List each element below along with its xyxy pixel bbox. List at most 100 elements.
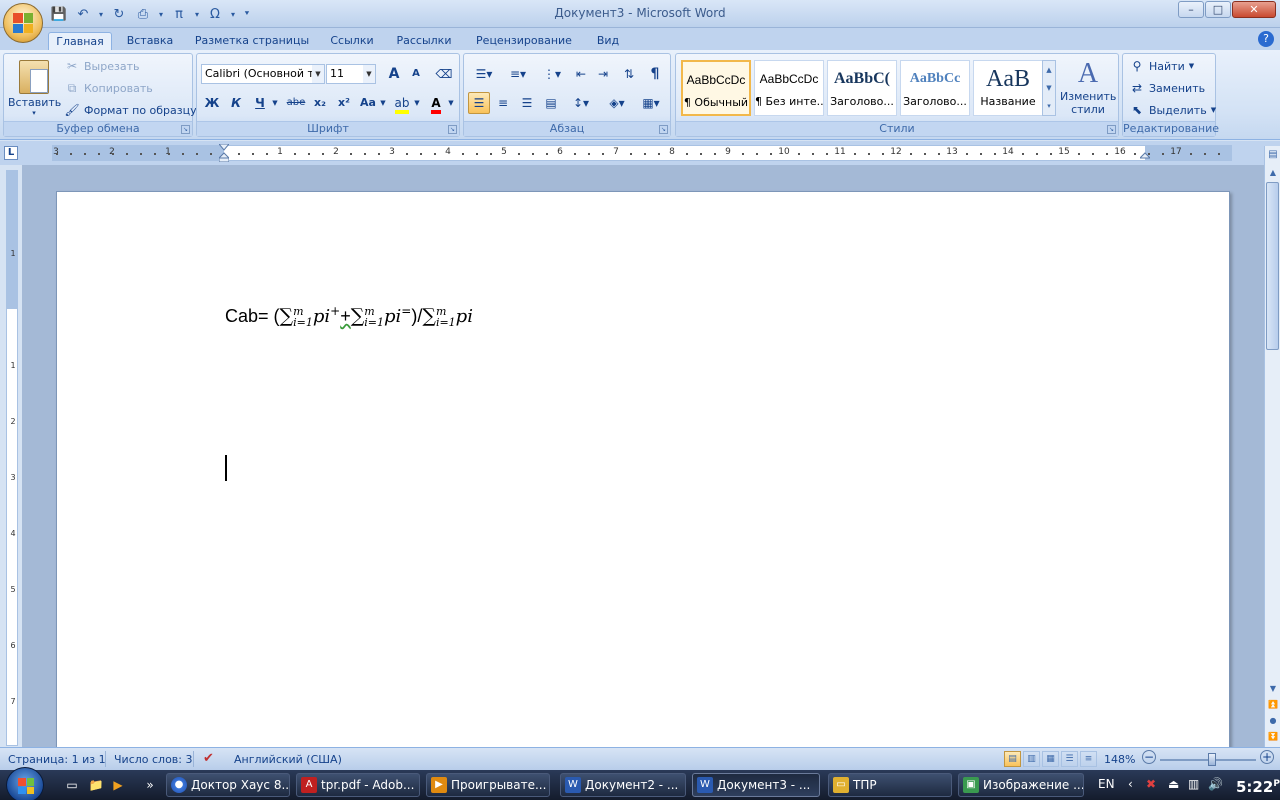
zoom-slider-thumb[interactable]	[1208, 753, 1216, 766]
find-button[interactable]: ⚲ Найти ▼	[1129, 56, 1195, 76]
style-heading-2[interactable]: AaBbCc Заголово...	[900, 60, 970, 116]
scroll-up-icon[interactable]: ▲	[1266, 166, 1280, 180]
decrease-indent-icon[interactable]: ⇤	[570, 63, 592, 85]
tray-volume-icon[interactable]: 🔊	[1208, 777, 1223, 791]
taskbar-item-image[interactable]: ▣ Изображение ...	[958, 773, 1084, 797]
sort-icon[interactable]: ⇅	[618, 63, 640, 85]
tab-references[interactable]: Ссылки	[324, 32, 380, 51]
browse-object-icon[interactable]: ●	[1266, 714, 1280, 728]
zoom-out-button[interactable]: −	[1142, 750, 1156, 764]
underline-dropdown-icon[interactable]: ▼	[269, 92, 281, 114]
previous-page-icon[interactable]: ⏫	[1266, 698, 1280, 712]
shading-icon[interactable]: ◈▾	[600, 92, 634, 114]
start-button[interactable]	[6, 767, 44, 800]
bullets-icon[interactable]: ☰▾	[468, 63, 500, 85]
zoom-in-button[interactable]: +	[1260, 750, 1274, 764]
underline-button[interactable]: Ч	[249, 92, 271, 114]
horizontal-ruler[interactable]: 3 2 1 1 2 3 4 5 6 7 8 9 10 11 12 13 14 15 16 17	[52, 144, 1232, 162]
show-marks-button[interactable]: ¶	[644, 63, 666, 85]
borders-icon[interactable]: ▦▾	[636, 92, 666, 114]
clear-formatting-icon[interactable]: ⌫	[433, 63, 455, 85]
vertical-ruler[interactable]: 1 1 2 3 4 5 6 7	[6, 170, 18, 746]
language-indicator[interactable]: Английский (США)	[234, 753, 342, 766]
print-layout-view-icon[interactable]: ▤	[1004, 751, 1021, 767]
highlight-icon[interactable]: ab	[391, 92, 413, 114]
minimize-button[interactable]: –	[1178, 1, 1204, 18]
right-indent-icon[interactable]	[1140, 144, 1150, 162]
bold-button[interactable]: Ж	[201, 92, 223, 114]
clipboard-launcher-icon[interactable]: ↘	[181, 125, 190, 134]
superscript-button[interactable]: x²	[333, 92, 355, 114]
taskbar-item-tpr-folder[interactable]: ▭ ТПР	[828, 773, 952, 797]
italic-button[interactable]: К	[225, 92, 247, 114]
taskbar-more-icon[interactable]: »	[142, 777, 158, 793]
select-button[interactable]: ⬉ Выделить ▼	[1129, 100, 1216, 120]
grow-font-button[interactable]: A	[383, 63, 405, 85]
zoom-level[interactable]: 148%	[1104, 753, 1135, 766]
line-spacing-icon[interactable]: ↕▾	[566, 92, 596, 114]
change-case-dropdown-icon[interactable]: ▼	[377, 92, 389, 114]
formula-text[interactable]: Cab= (∑m i=1pi++∑m i=1pi=)/∑m i=1pi	[225, 304, 473, 328]
tab-mailings[interactable]: Рассылки	[390, 32, 458, 51]
clock[interactable]: 5:22PM	[1236, 774, 1280, 797]
strikethrough-button[interactable]: abe	[283, 92, 309, 114]
outline-view-icon[interactable]: ☰	[1061, 751, 1078, 767]
align-left-icon[interactable]: ☰	[468, 92, 490, 114]
shrink-font-button[interactable]: A	[405, 63, 427, 85]
vertical-scrollbar[interactable]: ▤ ▲ ▼ ⏫ ● ⏬	[1264, 146, 1280, 747]
copy-button[interactable]: ⧉ Копировать	[64, 78, 153, 98]
spellcheck-icon[interactable]: ✔	[203, 751, 214, 766]
tab-insert[interactable]: Вставка	[122, 32, 178, 51]
tray-expand-icon[interactable]: ‹	[1128, 777, 1133, 791]
font-launcher-icon[interactable]: ↘	[448, 125, 457, 134]
explorer-icon[interactable]: 📁	[88, 777, 104, 793]
align-center-icon[interactable]: ≡	[492, 92, 514, 114]
taskbar-item-document2[interactable]: W Документ2 - ...	[560, 773, 686, 797]
document-page[interactable]: Cab= (∑m i=1pi++∑m i=1pi=)/∑m i=1pi	[56, 191, 1230, 747]
media-icon[interactable]: ▶	[110, 777, 126, 793]
close-button[interactable]: ✕	[1232, 1, 1276, 18]
next-page-icon[interactable]: ⏬	[1266, 730, 1280, 744]
paragraph-launcher-icon[interactable]: ↘	[659, 125, 668, 134]
language-bar[interactable]: EN	[1098, 777, 1115, 791]
font-color-icon[interactable]: A	[425, 92, 447, 114]
replace-button[interactable]: ⇄ Заменить	[1129, 78, 1205, 98]
tab-selector[interactable]: L	[4, 146, 18, 160]
format-painter-button[interactable]: 🖌 Формат по образцу	[64, 100, 196, 120]
show-desktop-icon[interactable]: ▭	[64, 777, 80, 793]
help-icon[interactable]: ?	[1258, 31, 1274, 47]
tray-network-icon[interactable]: ▥	[1188, 777, 1199, 791]
full-screen-view-icon[interactable]: ▥	[1023, 751, 1040, 767]
view-ruler-icon[interactable]: ▤	[1266, 148, 1280, 162]
office-button[interactable]	[3, 3, 43, 43]
scroll-down-icon[interactable]: ▼	[1266, 682, 1280, 696]
draft-view-icon[interactable]: ≡	[1080, 751, 1097, 767]
style-title[interactable]: AaB Название	[973, 60, 1043, 116]
paste-button[interactable]: Вставить ▾	[8, 58, 61, 120]
web-layout-view-icon[interactable]: ▦	[1042, 751, 1059, 767]
tab-review[interactable]: Рецензирование	[468, 32, 580, 51]
font-name-combo[interactable]: Calibri (Основной те ▼	[201, 64, 325, 84]
taskbar-item-media-player[interactable]: ▶ Проигрывате...	[426, 773, 550, 797]
styles-gallery-scroll[interactable]: ▲ ▼ ▾	[1042, 60, 1056, 116]
subscript-button[interactable]: x₂	[309, 92, 331, 114]
scroll-thumb[interactable]	[1266, 182, 1279, 350]
maximize-button[interactable]: □	[1205, 1, 1231, 18]
justify-icon[interactable]: ▤	[540, 92, 562, 114]
page-count[interactable]: Страница: 1 из 1	[8, 753, 106, 766]
word-count[interactable]: Число слов: 3	[114, 753, 193, 766]
style-no-spacing[interactable]: AaBbCcDc ¶ Без инте...	[754, 60, 824, 116]
left-indent-icon[interactable]	[219, 144, 229, 162]
multilevel-list-icon[interactable]: ⋮▾	[536, 63, 568, 85]
tab-page-layout[interactable]: Разметка страницы	[190, 32, 314, 51]
change-case-button[interactable]: Aa	[357, 92, 379, 114]
font-size-combo[interactable]: 11 ▼	[326, 64, 376, 84]
taskbar-item-chrome[interactable]: ● Доктор Хаус 8...	[166, 773, 290, 797]
change-styles-button[interactable]: A Изменить стили	[1060, 58, 1116, 116]
tray-usb-icon[interactable]: ⏏	[1168, 777, 1179, 791]
style-normal[interactable]: AaBbCcDc ¶ Обычный	[681, 60, 751, 116]
increase-indent-icon[interactable]: ⇥	[592, 63, 614, 85]
numbering-icon[interactable]: ≡▾	[502, 63, 534, 85]
font-color-dropdown-icon[interactable]: ▼	[445, 92, 457, 114]
styles-launcher-icon[interactable]: ↘	[1107, 125, 1116, 134]
